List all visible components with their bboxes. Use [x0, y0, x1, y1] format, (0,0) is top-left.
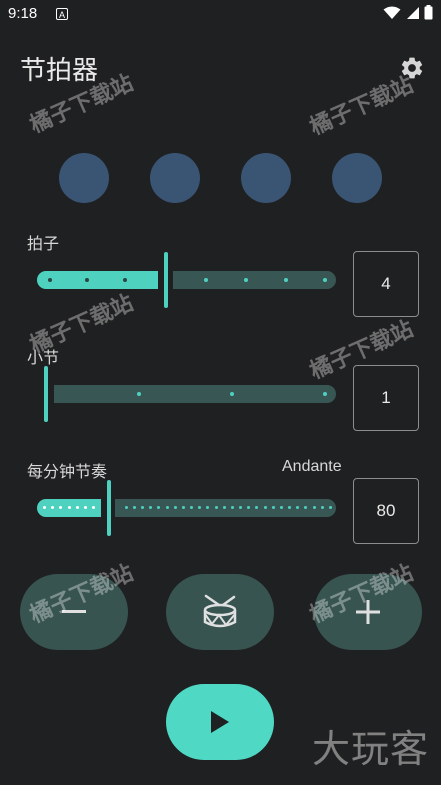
tempo-tick [296, 506, 300, 509]
beats-tick [123, 278, 127, 282]
beats-slider-fill [37, 271, 158, 289]
drum-icon [203, 594, 237, 628]
play-icon [211, 711, 229, 733]
page-title: 节拍器 [20, 56, 99, 86]
notification-icon: A [56, 8, 68, 20]
tempo-tick [206, 506, 210, 509]
tempo-label: 每分钟节奏 [27, 462, 108, 481]
tempo-tick [92, 506, 96, 509]
tempo-tick [320, 506, 324, 509]
measures-slider-track [54, 385, 336, 403]
beat-indicator-3 [241, 153, 291, 203]
tempo-tick [59, 506, 63, 509]
beats-value-box[interactable]: 4 [353, 251, 419, 317]
tempo-tick [198, 506, 202, 509]
tempo-tick [83, 506, 87, 509]
tempo-tick [271, 506, 275, 509]
beats-tick [244, 278, 248, 282]
tempo-tick [149, 506, 153, 509]
tempo-tick [304, 506, 308, 509]
status-icons [383, 5, 433, 20]
decrease-button[interactable] [20, 574, 128, 650]
tempo-tick [67, 506, 71, 509]
measures-tick [230, 392, 234, 396]
tempo-tick [312, 506, 316, 509]
beats-slider-thumb[interactable] [164, 252, 168, 308]
tempo-tick [124, 506, 128, 509]
battery-icon [424, 5, 433, 20]
tempo-slider[interactable] [37, 480, 336, 536]
tempo-tick [247, 506, 251, 509]
minus-icon [62, 610, 86, 613]
measures-value-box[interactable]: 1 [353, 365, 419, 431]
tempo-tick [190, 506, 194, 509]
measures-tick [137, 392, 141, 396]
measures-slider-thumb[interactable] [44, 366, 48, 422]
measures-slider[interactable] [44, 366, 336, 422]
beats-slider[interactable] [37, 252, 336, 308]
measures-tick [323, 392, 327, 396]
tap-tempo-button[interactable] [166, 574, 274, 650]
beats-label: 拍子 [27, 234, 60, 253]
beat-indicator-1 [59, 153, 109, 203]
tempo-tick [230, 506, 234, 509]
tempo-tick [165, 506, 169, 509]
beats-tick [85, 278, 89, 282]
beats-tick [323, 278, 327, 282]
tempo-tick [222, 506, 226, 509]
tempo-tick [255, 506, 259, 509]
tempo-tick [279, 506, 283, 509]
measures-label: 小节 [27, 348, 60, 367]
tempo-name: Andante [282, 458, 342, 475]
tempo-tick [173, 506, 177, 509]
tempo-slider-thumb[interactable] [107, 480, 111, 536]
beats-tick [48, 278, 52, 282]
beats-tick [204, 278, 208, 282]
tempo-value-box[interactable]: 80 [353, 478, 419, 544]
signal-icon [407, 6, 419, 19]
tempo-ticks [37, 506, 336, 510]
plus-icon [356, 600, 380, 624]
wifi-icon [383, 6, 401, 19]
tempo-tick [132, 506, 136, 509]
tempo-tick [43, 506, 46, 509]
beat-indicator-2 [150, 153, 200, 203]
gear-icon[interactable] [399, 55, 425, 81]
tempo-tick [141, 506, 145, 509]
tempo-tick [263, 506, 267, 509]
beats-slider-track [173, 271, 336, 289]
tempo-tick [75, 506, 79, 509]
beat-indicator-4 [332, 153, 382, 203]
tempo-tick [181, 506, 185, 509]
tempo-tick [239, 506, 243, 509]
increase-button[interactable] [314, 574, 422, 650]
tempo-tick [157, 506, 161, 509]
status-time: 9:18 [8, 5, 38, 22]
beats-tick [284, 278, 288, 282]
tempo-tick [329, 506, 332, 509]
tempo-tick [288, 506, 292, 509]
play-button[interactable] [166, 684, 274, 760]
tempo-tick [51, 506, 55, 509]
logo-watermark: 大玩客 [311, 727, 429, 771]
tempo-tick [214, 506, 218, 509]
